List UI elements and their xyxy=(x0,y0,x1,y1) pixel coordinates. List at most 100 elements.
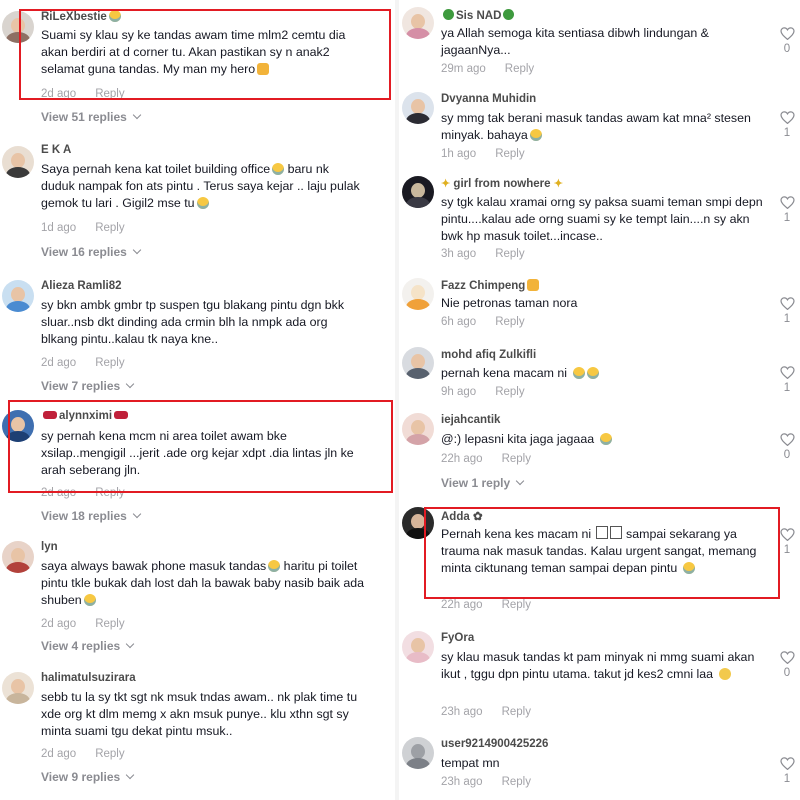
reply-button[interactable]: Reply xyxy=(495,148,524,160)
smiling-face-icon xyxy=(108,10,121,22)
view-replies-button[interactable]: View 7 replies xyxy=(41,379,135,393)
reply-button[interactable]: Reply xyxy=(502,453,531,465)
comment-username[interactable]: Fazz Chimpeng xyxy=(441,279,540,292)
reply-button[interactable]: Reply xyxy=(502,776,531,788)
column-divider xyxy=(395,0,399,800)
comment-time: 29m ago xyxy=(441,63,486,75)
chevron-down-icon xyxy=(125,770,135,780)
chevron-down-icon xyxy=(515,476,525,486)
chevron-down-icon xyxy=(132,110,142,120)
comment-username[interactable]: E K A xyxy=(41,144,71,156)
comment-time: 1d ago xyxy=(41,222,77,234)
sparkle-icon: ✦ xyxy=(553,178,563,190)
view-replies-button[interactable]: View 9 replies xyxy=(41,770,135,784)
avatar[interactable] xyxy=(2,541,34,573)
avatar[interactable] xyxy=(2,280,34,312)
avatar[interactable] xyxy=(402,92,434,124)
comment-username[interactable]: Dvyanna Muhidin xyxy=(441,93,536,105)
comment-text: ya Allah semoga kita sentiasa dibwh lind… xyxy=(441,26,709,57)
comment-time: 2d ago xyxy=(41,357,77,369)
comment-time: 23h ago xyxy=(441,776,483,788)
crying-face-icon xyxy=(272,163,285,175)
reply-button[interactable]: Reply xyxy=(95,88,124,100)
comment-username[interactable]: RiLeXbestie xyxy=(41,10,121,23)
like-count: 1 xyxy=(783,212,791,224)
like-button[interactable]: 0 xyxy=(778,27,796,55)
avatar[interactable] xyxy=(402,7,434,39)
view-replies-button[interactable]: View 16 replies xyxy=(41,245,142,259)
like-button[interactable]: 1 xyxy=(778,757,796,785)
comment-meta: 22h ago Reply xyxy=(441,599,531,611)
like-button[interactable]: 1 xyxy=(778,528,796,556)
comment-username[interactable]: Alieza Ramli82 xyxy=(41,280,122,292)
comment-username[interactable]: iejahcantik xyxy=(441,414,500,426)
comment-username[interactable]: FyOra xyxy=(441,632,474,644)
comment-username[interactable]: user9214900425226 xyxy=(441,738,548,750)
crying-face-icon xyxy=(682,562,695,574)
reply-button[interactable]: Reply xyxy=(95,618,124,630)
like-count: 0 xyxy=(783,449,791,461)
avatar[interactable] xyxy=(402,413,434,445)
like-count: 0 xyxy=(783,43,791,55)
like-button[interactable]: 0 xyxy=(778,433,796,461)
like-count: 1 xyxy=(783,313,791,325)
reply-button[interactable]: Reply xyxy=(495,386,524,398)
reply-button[interactable]: Reply xyxy=(95,748,124,760)
comment-username[interactable]: Adda ✿ xyxy=(441,509,483,523)
like-button[interactable]: 1 xyxy=(778,111,796,139)
comment-time: 6h ago xyxy=(441,316,477,328)
avatar[interactable] xyxy=(2,11,34,43)
view-replies-button[interactable]: View 1 reply xyxy=(441,476,525,490)
comment-meta: 2d ago Reply xyxy=(41,357,125,369)
like-button[interactable]: 1 xyxy=(778,196,796,224)
comment-username[interactable]: Sis NAD xyxy=(441,9,516,22)
avatar[interactable] xyxy=(2,672,34,704)
view-replies-button[interactable]: View 18 replies xyxy=(41,509,142,523)
like-button[interactable]: 0 xyxy=(778,651,796,679)
view-replies-button[interactable]: View 51 replies xyxy=(41,110,142,124)
reply-button[interactable]: Reply xyxy=(505,63,534,75)
worried-face-icon xyxy=(718,668,731,680)
avatar[interactable] xyxy=(402,176,434,208)
reply-button[interactable]: Reply xyxy=(495,248,524,260)
comment-text: sebb tu la sy tkt sgt nk msuk tndas awam… xyxy=(41,690,358,738)
sparkle-icon: ✦ xyxy=(441,178,451,190)
comment-time: 2d ago xyxy=(41,748,77,760)
reply-button[interactable]: Reply xyxy=(502,599,531,611)
crying-face-icon xyxy=(268,560,281,572)
comment-meta: 2d ago Reply xyxy=(41,88,125,100)
avatar[interactable] xyxy=(402,631,434,663)
comment-text: Pernah kena kes macam ni sampai sekarang… xyxy=(441,526,757,575)
comment-username[interactable]: lyn xyxy=(41,541,58,553)
comment-text: Saya pernah kena kat toilet building off… xyxy=(41,162,360,210)
fearful-face-icon xyxy=(529,129,542,141)
comment-text: Suami sy klau sy ke tandas awam time mlm… xyxy=(41,28,346,76)
like-button[interactable]: 1 xyxy=(778,297,796,325)
avatar[interactable] xyxy=(402,507,434,539)
comment-username[interactable]: ✦ girl from nowhere ✦ xyxy=(441,177,563,190)
heart-icon xyxy=(779,433,795,446)
view-replies-button[interactable]: View 4 replies xyxy=(41,639,135,653)
comment-username[interactable]: halimatulsuzirara xyxy=(41,672,136,684)
comment-username[interactable]: alynnximi xyxy=(41,410,130,422)
avatar[interactable] xyxy=(2,146,34,178)
chevron-down-icon xyxy=(125,379,135,389)
avatar[interactable] xyxy=(402,737,434,769)
comment-username[interactable]: mohd afiq Zulkifli xyxy=(441,349,536,361)
reply-button[interactable]: Reply xyxy=(502,706,531,718)
comment-text: saya always bawak phone masuk tandas har… xyxy=(41,559,365,607)
reply-button[interactable]: Reply xyxy=(95,222,124,234)
comment-time: 3h ago xyxy=(441,248,477,260)
comment-meta: 3h ago Reply xyxy=(441,248,525,260)
avatar[interactable] xyxy=(2,410,34,442)
reply-button[interactable]: Reply xyxy=(95,357,124,369)
like-button[interactable]: 1 xyxy=(778,366,796,394)
avatar[interactable] xyxy=(402,347,434,379)
heart-icon xyxy=(779,297,795,310)
reply-button[interactable]: Reply xyxy=(495,316,524,328)
comment-text: sy bkn ambk gmbr tp suspen tgu blakang p… xyxy=(41,298,345,346)
avatar[interactable] xyxy=(402,278,434,310)
comment-text: sy klau masuk tandas kt pam minyak ni mm… xyxy=(441,650,755,681)
reply-button[interactable]: Reply xyxy=(95,487,124,499)
comment-meta: 1d ago Reply xyxy=(41,222,125,234)
